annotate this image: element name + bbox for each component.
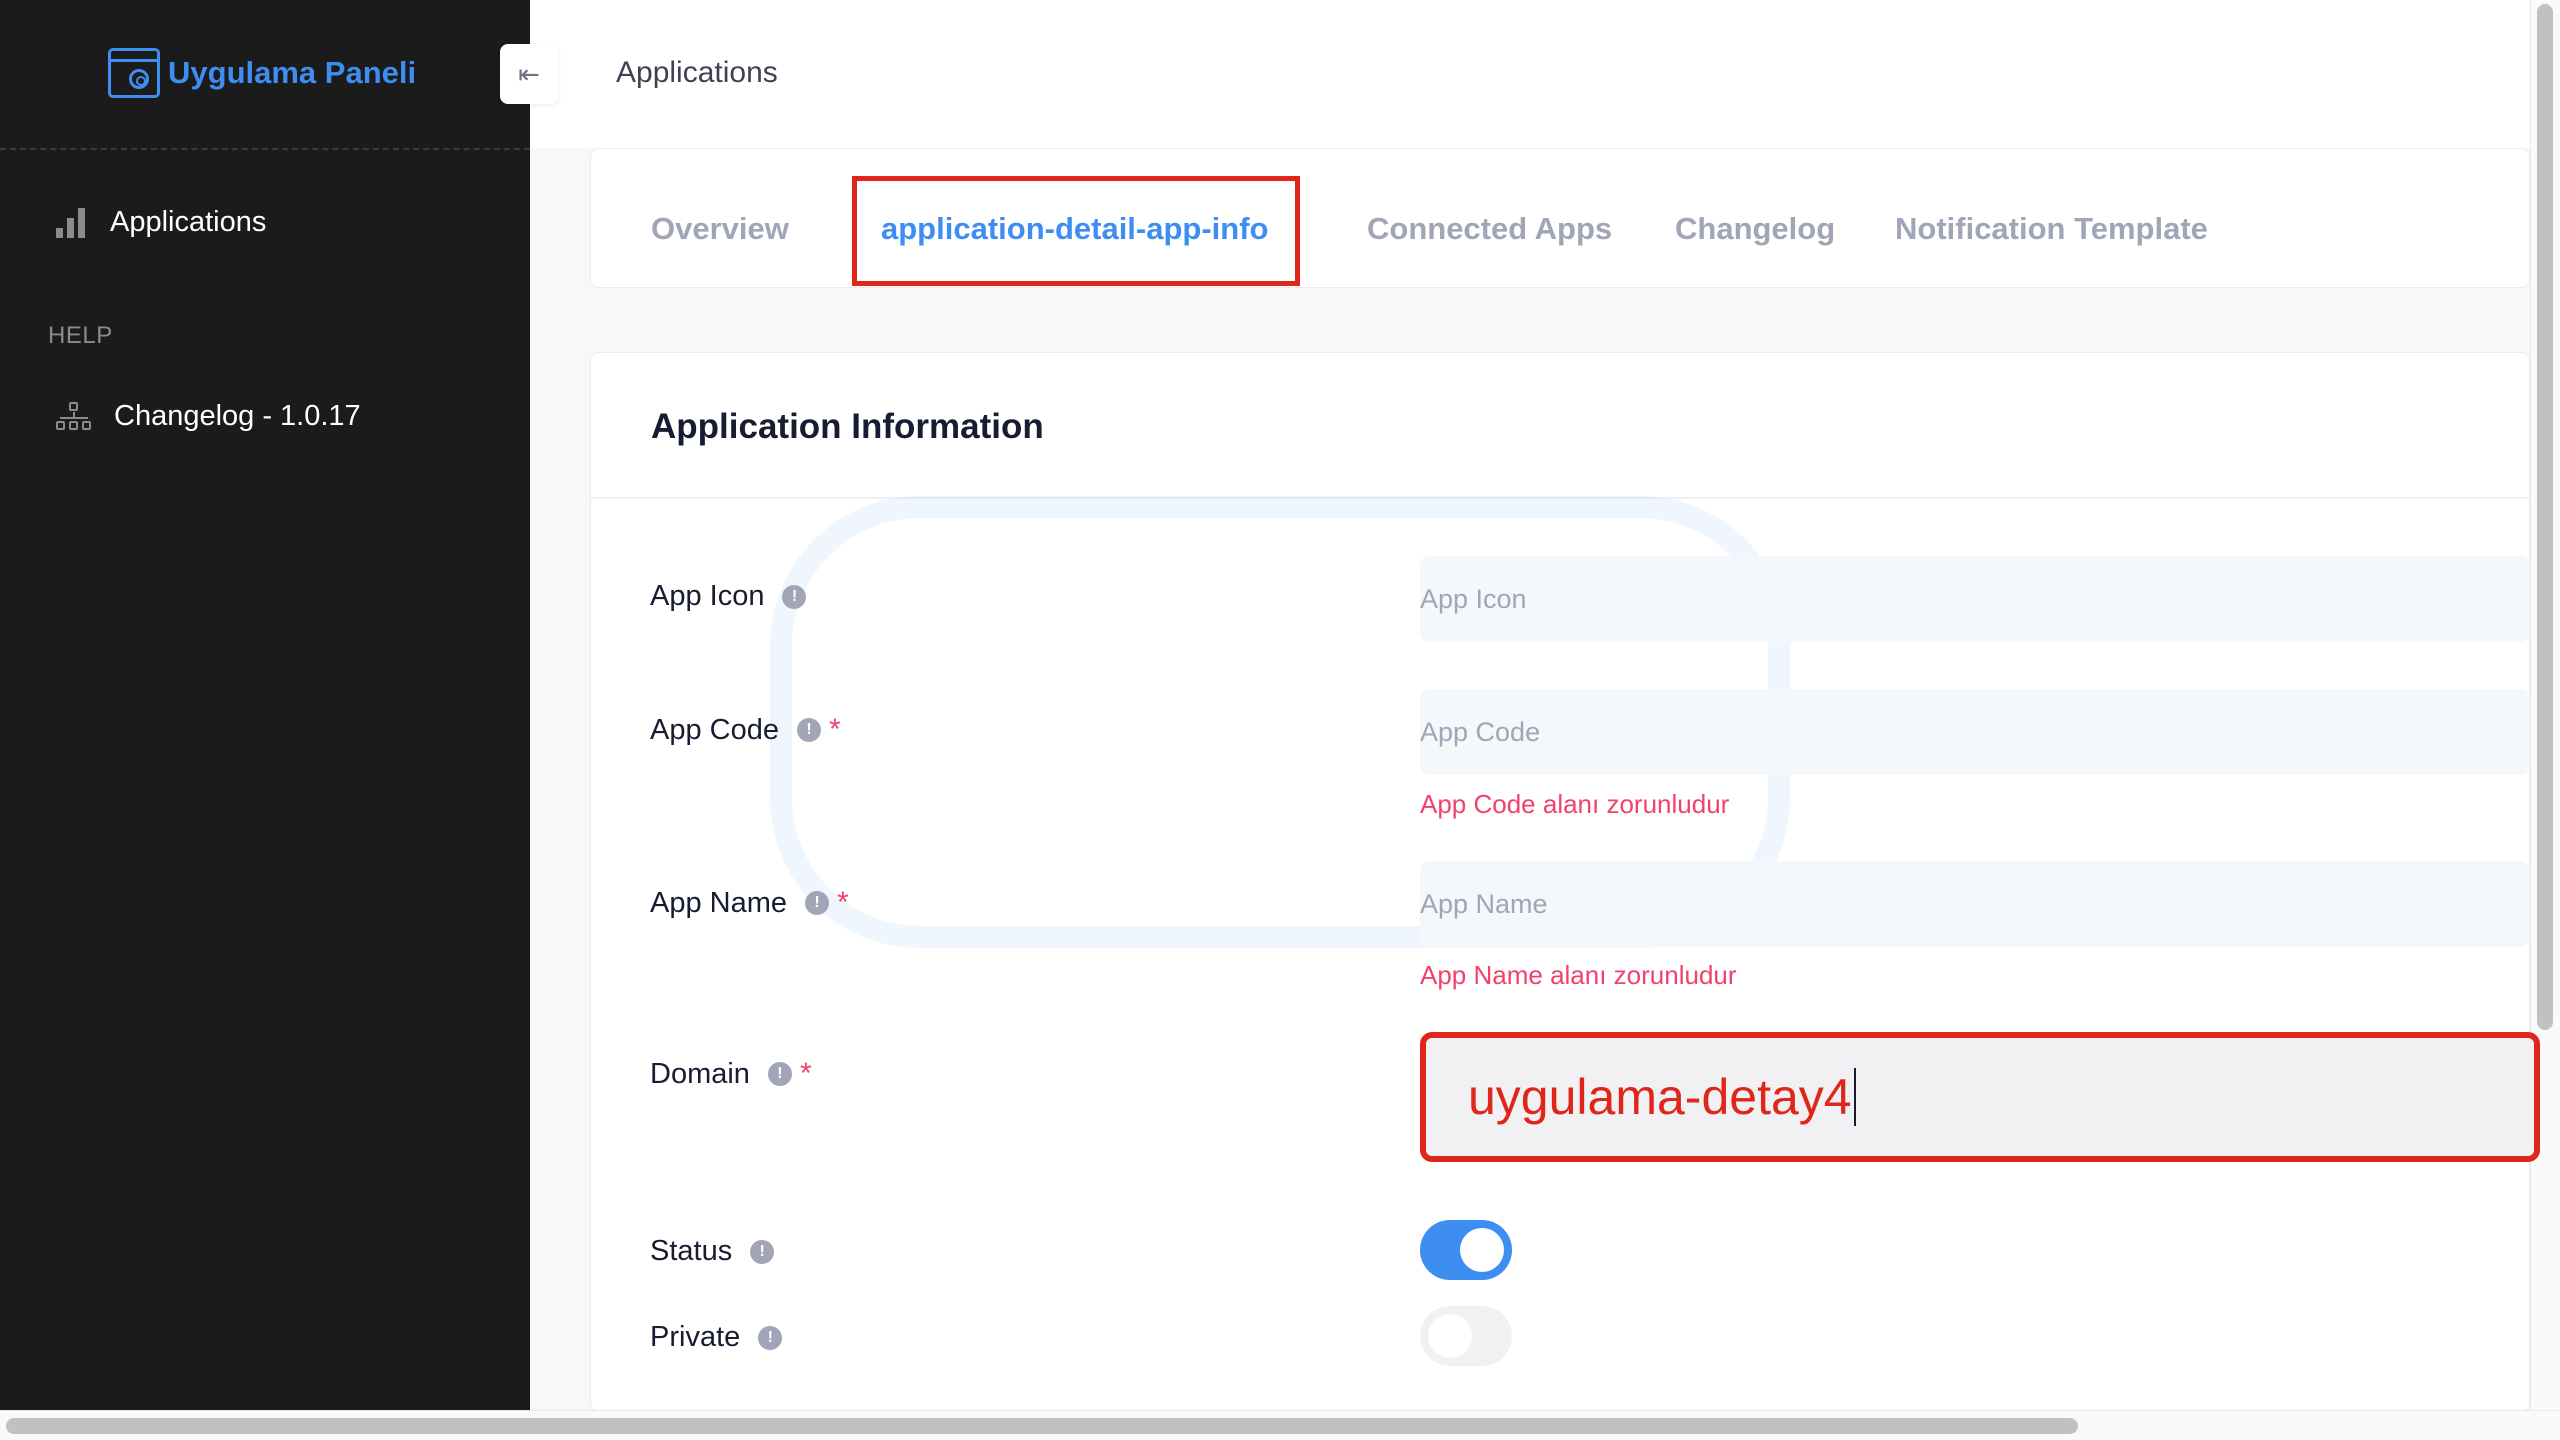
app-code-error: App Code alanı zorunludur bbox=[1420, 789, 1730, 819]
app-code-placeholder: App Code bbox=[1420, 716, 1541, 747]
info-icon[interactable]: ! bbox=[758, 1325, 783, 1350]
card-title: Application Information bbox=[651, 407, 1044, 446]
collapse-sidebar-button[interactable]: ⇤ bbox=[500, 44, 558, 104]
domain-input-value: uygulama-detay4 bbox=[1468, 1069, 1852, 1125]
app-name-error: App Name alanı zorunludur bbox=[1420, 960, 1737, 990]
app-code-label-text: App Code bbox=[650, 713, 779, 746]
info-icon[interactable]: ! bbox=[797, 718, 821, 742]
sidebar-item-changelog[interactable]: Changelog - 1.0.17 bbox=[56, 400, 361, 433]
active-tab-highlight bbox=[852, 176, 1300, 286]
app-icon-label-text: App Icon bbox=[650, 580, 765, 612]
tab-changelog[interactable]: Changelog bbox=[1675, 211, 1835, 247]
brand-logo[interactable]: Uygulama Paneli bbox=[108, 48, 416, 98]
app-name-label-text: App Name bbox=[650, 886, 788, 919]
tab-overview[interactable]: Overview bbox=[651, 211, 789, 247]
tab-notification-template[interactable]: Notification Template bbox=[1895, 211, 2208, 247]
tab-connected-apps[interactable]: Connected Apps bbox=[1367, 211, 1612, 247]
sidebar-item-applications[interactable]: Applications bbox=[56, 206, 266, 239]
app-icon-placeholder: App Icon bbox=[1420, 583, 1527, 614]
domain-label-text: Domain bbox=[650, 1057, 750, 1090]
domain-label: Domain ! * bbox=[650, 1057, 812, 1091]
toggle-knob bbox=[1460, 1228, 1504, 1272]
private-label: Private ! bbox=[650, 1321, 783, 1354]
status-label-text: Status bbox=[650, 1235, 733, 1267]
info-icon[interactable]: ! bbox=[782, 584, 807, 609]
status-label: Status ! bbox=[650, 1235, 775, 1268]
text-caret bbox=[1853, 1068, 1856, 1126]
domain-input[interactable]: uygulama-detay4 bbox=[1420, 1032, 2540, 1162]
app-code-input[interactable]: App Code bbox=[1420, 689, 2530, 775]
horizontal-scrollbar[interactable] bbox=[0, 1410, 2560, 1440]
sitemap-icon bbox=[56, 401, 92, 432]
sidebar: Uygulama Paneli Applications HELP Change… bbox=[0, 0, 530, 1410]
app-icon-input[interactable]: App Icon bbox=[1420, 556, 2530, 642]
arrow-left-icon: ⇤ bbox=[518, 58, 540, 89]
app-name-label: App Name ! * bbox=[650, 886, 849, 920]
info-icon[interactable]: ! bbox=[750, 1239, 775, 1264]
info-icon[interactable]: ! bbox=[805, 891, 830, 915]
info-icon[interactable]: ! bbox=[767, 1062, 792, 1086]
app-icon-label: App Icon ! bbox=[650, 580, 807, 613]
app-name-placeholder: App Name bbox=[1420, 888, 1548, 919]
brand-name: Uygulama Paneli bbox=[168, 55, 417, 90]
app-code-label: App Code ! * bbox=[650, 713, 841, 747]
vertical-scroll-thumb[interactable] bbox=[2537, 4, 2553, 1030]
required-marker: * bbox=[829, 713, 841, 746]
app-settings-icon bbox=[108, 48, 160, 98]
horizontal-scroll-thumb[interactable] bbox=[6, 1418, 2078, 1434]
bar-chart-icon bbox=[56, 207, 88, 238]
required-marker: * bbox=[799, 1057, 812, 1090]
required-marker: * bbox=[837, 886, 849, 919]
private-toggle[interactable] bbox=[1420, 1306, 1512, 1366]
app-name-input[interactable]: App Name bbox=[1420, 861, 2530, 947]
top-header: Applications bbox=[530, 0, 2530, 148]
status-toggle[interactable] bbox=[1420, 1220, 1512, 1280]
sidebar-heading-help: HELP bbox=[48, 322, 113, 349]
sidebar-divider bbox=[0, 148, 530, 150]
sidebar-item-label: Changelog - 1.0.17 bbox=[114, 400, 361, 432]
private-label-text: Private bbox=[650, 1321, 741, 1353]
page-title: Applications bbox=[616, 56, 778, 89]
sidebar-item-label: Applications bbox=[110, 206, 267, 238]
toggle-knob bbox=[1428, 1314, 1472, 1358]
vertical-scrollbar[interactable] bbox=[2530, 0, 2560, 1410]
